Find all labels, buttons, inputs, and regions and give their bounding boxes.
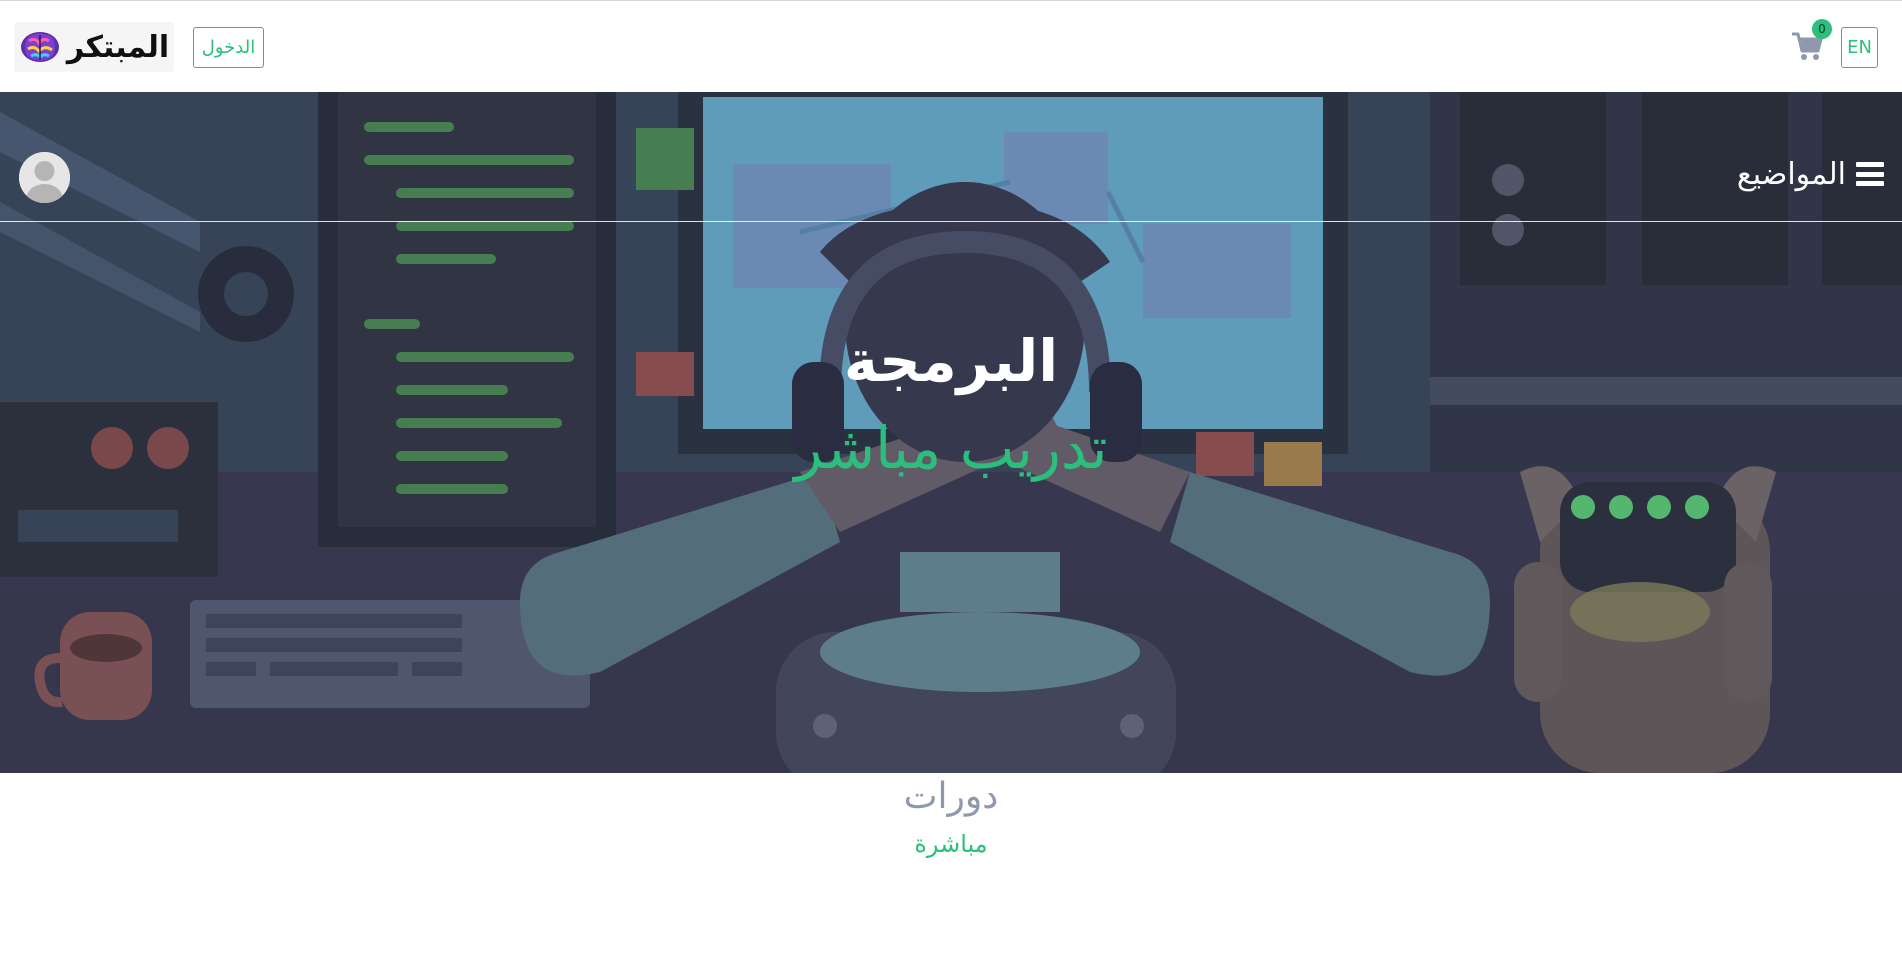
topics-menu-button[interactable]: المواضيع [1737,154,1884,194]
user-avatar[interactable] [19,152,70,203]
cart-count-badge: 0 [1812,19,1832,39]
top-header: المبتكر الدخول 0 EN [0,0,1902,92]
hero-title: البرمجة [843,327,1059,395]
topics-label: المواضيع [1736,156,1846,192]
user-avatar-icon [19,152,70,203]
brain-icon [20,32,59,62]
logo-text: المبتكر [66,29,170,65]
section-title: دورات [903,776,999,817]
hero-banner: المواضيع البرمجة تدريب مباشر [0,92,1902,773]
language-toggle-button[interactable]: EN [1841,27,1878,68]
login-button[interactable]: الدخول [193,27,264,68]
hero-nav-divider [0,221,1902,222]
menu-icon [1856,162,1884,186]
hero-subtitle: تدريب مباشر [794,414,1108,482]
site-logo[interactable]: المبتكر [14,22,174,72]
section-subtitle: مباشرة [914,830,988,858]
